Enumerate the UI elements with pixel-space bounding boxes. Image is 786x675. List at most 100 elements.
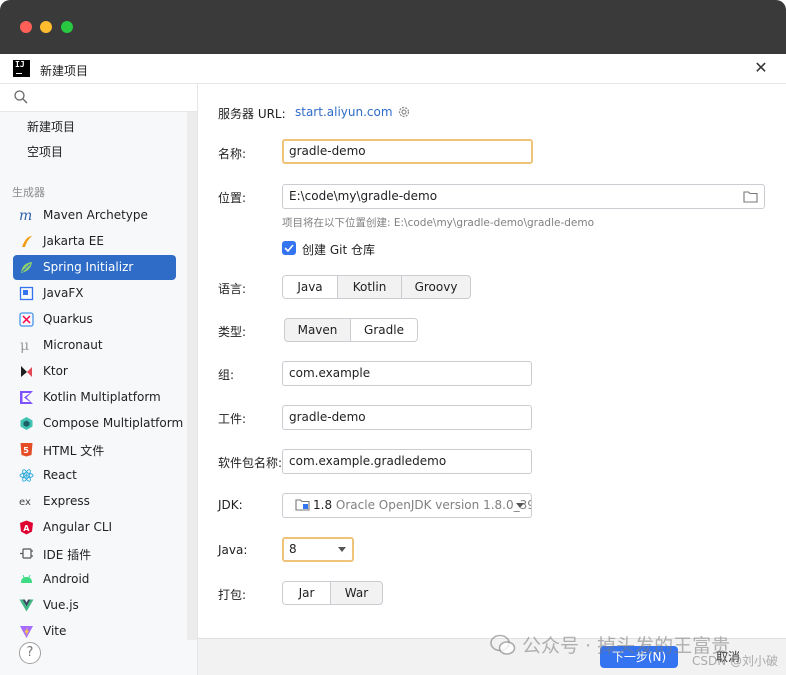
type-option-maven[interactable]: Maven (285, 319, 351, 341)
search-icon (14, 90, 28, 104)
dialog-header: IJ 新建项目 ✕ (0, 54, 786, 84)
svg-text:m: m (19, 208, 32, 223)
jdk-dropdown[interactable]: 1.8 Oracle OpenJDK version 1.8.0_391 (282, 493, 532, 518)
maven-icon: m (19, 208, 32, 223)
group-label: 组: (218, 368, 235, 382)
minimize-window-button[interactable] (40, 21, 52, 33)
sidebar-item-spring-initializr[interactable]: Spring Initializr (13, 255, 176, 280)
sidebar-item-javafx[interactable]: JavaFX (13, 281, 176, 306)
sidebar-item-react[interactable]: React (13, 463, 176, 488)
location-label: 位置: (218, 191, 247, 205)
language-label: 语言: (218, 282, 247, 296)
sidebar-item-quarkus[interactable]: Quarkus (13, 307, 176, 332)
intellij-icon: IJ (13, 60, 30, 77)
jakarta-icon (22, 236, 32, 247)
sidebar-item-label: Vue.js (43, 598, 79, 612)
server-url-link[interactable]: start.aliyun.com (295, 105, 393, 119)
sidebar-item-label: Vite (43, 624, 67, 638)
sidebar-item-label: HTML 文件 (43, 444, 105, 458)
type-option-gradle[interactable]: Gradle (351, 319, 417, 341)
git-checkbox[interactable] (282, 241, 296, 255)
artifact-label: 工件: (218, 412, 247, 426)
jdk-version: 1.8 (313, 498, 333, 512)
package-name-field[interactable]: com.example.gradledemo (282, 449, 532, 474)
git-checkbox-label[interactable]: 创建 Git 仓库 (302, 241, 375, 258)
server-url-label: 服务器 URL: (218, 107, 286, 121)
sidebar-item-maven-archetype[interactable]: m Maven Archetype (13, 203, 176, 228)
quarkus-icon (19, 312, 34, 327)
sidebar-item-android[interactable]: Android (13, 567, 176, 592)
sidebar-item-label: Jakarta EE (43, 234, 104, 248)
sidebar-item-label: Maven Archetype (43, 208, 148, 222)
window-titlebar (0, 0, 786, 54)
sidebar-item-label: Spring Initializr (43, 260, 134, 274)
chevron-down-icon (338, 547, 346, 552)
kotlin-icon (20, 391, 33, 404)
generators-section-label: 生成器 (12, 186, 45, 199)
sidebar-item-micronaut[interactable]: μ Micronaut (13, 333, 176, 358)
group-field[interactable]: com.example (282, 361, 532, 386)
sidebar-item-label: JavaFX (43, 286, 84, 300)
name-field[interactable]: gradle-demo (282, 139, 533, 164)
sidebar-item-label: Micronaut (43, 338, 103, 352)
android-icon (21, 574, 32, 583)
gear-icon[interactable] (397, 105, 411, 119)
sidebar-scrollbar[interactable] (187, 112, 197, 640)
sidebar-item-compose-multiplatform[interactable]: Compose Multiplatform (13, 411, 183, 436)
vue-icon (19, 599, 34, 612)
language-option-kotlin[interactable]: Kotlin (338, 276, 402, 298)
spring-icon (21, 262, 32, 273)
sidebar-item-express[interactable]: ex Express (13, 489, 176, 514)
vite-icon (20, 626, 33, 638)
html5-icon: 5 (20, 443, 33, 457)
sidebar-item-label: Quarkus (43, 312, 93, 326)
sidebar-item-label: Ktor (43, 364, 68, 378)
packaging-option-jar[interactable]: Jar (283, 582, 331, 604)
svg-text:ex: ex (19, 497, 31, 508)
location-hint: 项目将在以下位置创建: E:\code\my\gradle-demo\gradl… (282, 217, 595, 229)
sidebar-search[interactable] (0, 84, 197, 112)
sidebar-item-vite[interactable]: Vite (13, 619, 176, 644)
language-option-groovy[interactable]: Groovy (402, 276, 470, 298)
sidebar-item-kotlin-multiplatform[interactable]: Kotlin Multiplatform (13, 385, 176, 410)
folder-icon[interactable] (743, 190, 758, 203)
artifact-field[interactable]: gradle-demo (282, 405, 532, 430)
sidebar-item-ide-plugin[interactable]: IDE 插件 (13, 541, 176, 566)
location-field[interactable]: E:\code\my\gradle-demo (282, 184, 765, 209)
sidebar-item-ktor[interactable]: Ktor (13, 359, 176, 384)
express-icon: ex (19, 497, 31, 508)
sidebar-item-html-file[interactable]: 5 HTML 文件 (13, 437, 176, 462)
help-button[interactable]: ? (19, 642, 41, 664)
sidebar-item-label: React (43, 468, 77, 482)
language-option-java[interactable]: Java (283, 276, 338, 298)
java-version-label: Java: (218, 543, 248, 557)
packaging-segmented-control: Jar War (282, 581, 383, 605)
package-name-label: 软件包名称: (218, 456, 283, 470)
packaging-option-war[interactable]: War (331, 582, 382, 604)
language-segmented-control: Java Kotlin Groovy (282, 275, 471, 299)
sidebar-item-label: Angular CLI (43, 520, 113, 534)
ktor-icon (21, 366, 32, 377)
close-icon[interactable]: ✕ (753, 60, 769, 76)
micronaut-icon: μ (20, 338, 29, 353)
type-segmented-control: Maven Gradle (284, 318, 418, 342)
sidebar-item-label: Kotlin Multiplatform (43, 390, 161, 404)
sidebar-item-empty-project[interactable]: 空项目 (27, 143, 63, 160)
sidebar-item-label: Express (43, 494, 90, 508)
zoom-window-button[interactable] (61, 21, 73, 33)
javafx-icon (19, 286, 34, 301)
sidebar-item-jakarta-ee[interactable]: Jakarta EE (13, 229, 176, 254)
plugin-icon (20, 548, 33, 559)
wechat-icon (490, 634, 516, 655)
jdk-label: JDK: (218, 498, 243, 512)
chevron-down-icon (516, 503, 524, 508)
sidebar-item-angular-cli[interactable]: A Angular CLI (13, 515, 176, 540)
svg-text:A: A (23, 524, 30, 533)
sidebar-item-label: IDE 插件 (43, 548, 92, 562)
sidebar-item-vuejs[interactable]: Vue.js (13, 593, 176, 618)
angular-icon: A (20, 520, 33, 535)
dialog-title: 新建项目 (40, 64, 89, 78)
close-window-button[interactable] (20, 21, 32, 33)
sidebar: 新建项目 空项目 生成器 m Maven Archetype Jakarta E… (0, 84, 198, 675)
sidebar-item-new-project[interactable]: 新建项目 (27, 118, 75, 135)
